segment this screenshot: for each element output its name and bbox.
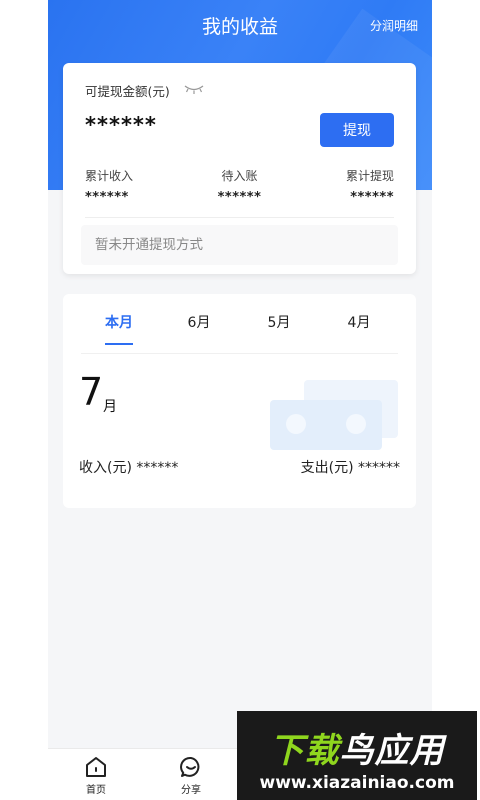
divider xyxy=(85,217,394,218)
stat-total-withdrawn: 累计提现 ****** xyxy=(346,167,394,205)
balance-value: ****** xyxy=(85,113,157,137)
tab-active-indicator xyxy=(105,343,133,345)
watermark-logo: 下载鸟应用 www.xiazainiao.com xyxy=(237,711,477,800)
nav-label: 首页 xyxy=(86,785,106,796)
month-unit: 月 xyxy=(103,399,117,415)
balance-label: 可提现金额(元) xyxy=(85,84,170,99)
cards-illustration xyxy=(270,380,398,450)
nav-home[interactable]: 首页 xyxy=(66,755,126,796)
withdraw-button[interactable]: 提现 xyxy=(320,113,394,147)
stat-value: ****** xyxy=(350,190,394,205)
balance-card: 可提现金额(元) ****** 提现 累计收入 ****** 待入账 *****… xyxy=(63,63,416,274)
tab-may[interactable]: 5月 xyxy=(249,312,309,332)
stat-label: 累计提现 xyxy=(345,169,394,183)
withdraw-method-row[interactable]: 暂未开通提现方式 xyxy=(81,225,398,265)
eye-closed-icon[interactable] xyxy=(183,81,205,95)
monthly-card: 本月 6月 5月 4月 7 月 收入(元) ****** 支出(元) *****… xyxy=(63,294,416,508)
tab-this-month[interactable]: 本月 xyxy=(89,312,149,332)
app-screen: 我的收益 分润明细 可提现金额(元) ****** 提现 累计收入 ******… xyxy=(48,0,432,800)
profit-detail-link[interactable]: 分润明细 xyxy=(370,17,418,34)
nav-share[interactable]: 分享 xyxy=(161,755,221,796)
watermark-title: 下载鸟应用 xyxy=(269,731,445,771)
month-number: 7 xyxy=(79,370,104,414)
tab-april[interactable]: 4月 xyxy=(329,312,389,332)
month-tabs: 本月 6月 5月 4月 xyxy=(63,294,416,352)
nav-label: 分享 xyxy=(181,785,201,796)
watermark-url: www.xiazainiao.com xyxy=(259,773,455,793)
home-icon xyxy=(86,757,106,777)
stat-label: 待入账 xyxy=(221,169,258,183)
tab-june[interactable]: 6月 xyxy=(169,312,229,332)
divider xyxy=(81,353,398,354)
month-income: 收入(元) ****** xyxy=(79,460,179,476)
share-chat-icon xyxy=(180,756,200,777)
month-expense: 支出(元) ****** xyxy=(300,460,400,476)
